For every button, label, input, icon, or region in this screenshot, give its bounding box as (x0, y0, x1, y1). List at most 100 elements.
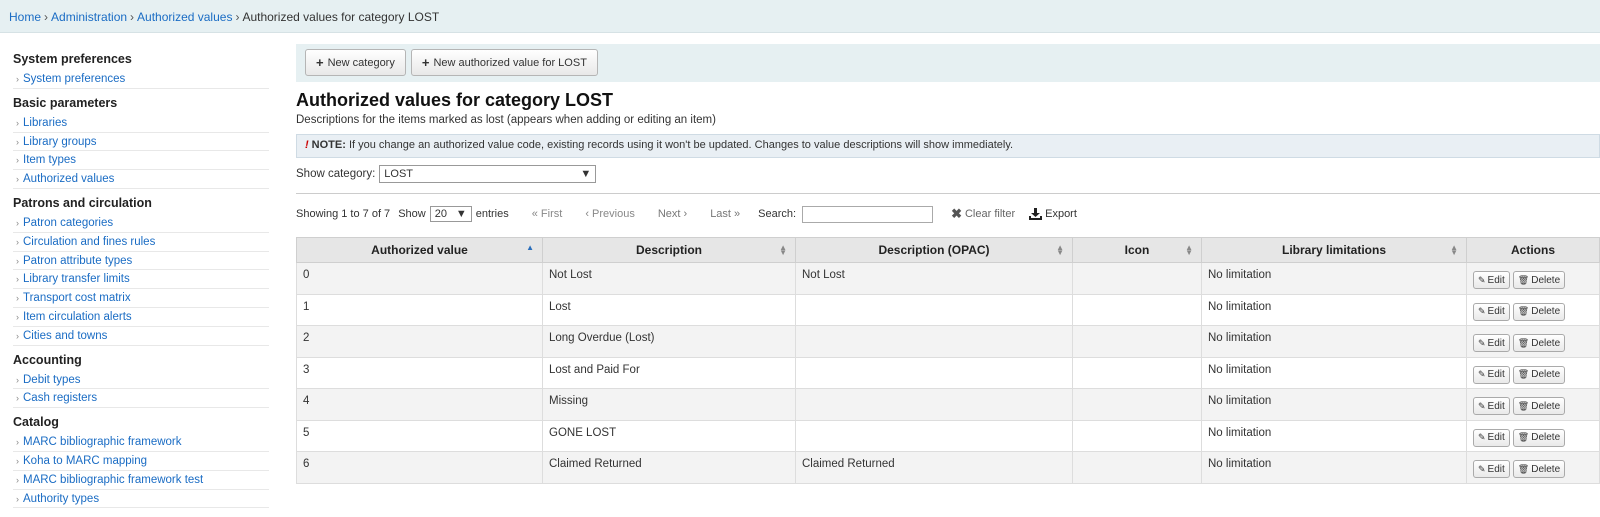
sidebar-item-link[interactable]: Item circulation alerts (23, 311, 132, 323)
table-row: 6 Claimed Returned Claimed Returned No limi… (296, 451, 1600, 484)
breadcrumb-home[interactable]: Home (9, 10, 41, 24)
sidebar-item[interactable]: › System preferences (13, 70, 269, 89)
sidebar-item-link[interactable]: Libraries (23, 117, 67, 129)
delete-label: Delete (1531, 274, 1561, 286)
cell-library-limitations: No limitation (1201, 419, 1467, 452)
header-authorized-value[interactable]: Authorized value ▲ (296, 237, 543, 263)
sidebar-item[interactable]: › Transport cost matrix (13, 289, 269, 308)
sidebar-item[interactable]: › Koha to MARC mapping (13, 452, 269, 471)
sidebar-item-link[interactable]: System preferences (23, 73, 125, 85)
sidebar-item-link[interactable]: Circulation and fines rules (23, 236, 155, 248)
sidebar-item[interactable]: › MARC bibliographic framework (13, 433, 269, 452)
cell-library-limitations: No limitation (1201, 262, 1467, 295)
edit-button[interactable]: ✎ Edit (1473, 334, 1510, 352)
header-library-limitations[interactable]: Library limitations ▲ ▼ (1201, 237, 1467, 263)
sidebar-item[interactable]: › Item types (13, 151, 269, 171)
sidebar-item-link[interactable]: Library transfer limits (23, 273, 130, 285)
divider (296, 193, 1600, 194)
new-authorized-value-button[interactable]: + New authorized value for LOST (410, 49, 598, 76)
breadcrumb-authorized-values[interactable]: Authorized values (137, 10, 232, 24)
edit-label: Edit (1487, 337, 1505, 349)
delete-button[interactable]: 🗑 Delete (1512, 334, 1566, 352)
sidebar-item-link[interactable]: Koha to MARC mapping (23, 455, 147, 467)
cell-icon (1072, 262, 1202, 295)
category-select[interactable]: LOST ▼ (379, 165, 597, 183)
sidebar-item[interactable]: › Authorized values (13, 170, 269, 189)
delete-button[interactable]: 🗑 Delete (1512, 460, 1566, 478)
show-category-row: Show category: LOST ▼ (296, 164, 1600, 184)
sidebar-item-link[interactable]: MARC bibliographic framework test (23, 474, 203, 486)
row-actions: ✎ Edit 🗑 Delete (1473, 460, 1593, 478)
header-description-opac[interactable]: Description (OPAC) ▲ ▼ (795, 237, 1073, 263)
delete-button[interactable]: 🗑 Delete (1512, 271, 1566, 289)
header-description[interactable]: Description ▲ ▼ (542, 237, 796, 263)
sidebar-item-link[interactable]: Patron attribute types (23, 255, 132, 267)
export-button[interactable]: Export (1029, 208, 1077, 220)
edit-button[interactable]: ✎ Edit (1473, 271, 1510, 289)
cell-description-opac: Not Lost (795, 262, 1073, 295)
sidebar-item[interactable]: › Library groups (13, 133, 269, 152)
edit-button[interactable]: ✎ Edit (1473, 428, 1510, 447)
sidebar-item[interactable]: › Patron attribute types (13, 252, 269, 271)
sidebar-item-link[interactable]: Library groups (23, 136, 97, 148)
edit-button[interactable]: ✎ Edit (1473, 460, 1510, 478)
sidebar-item-link[interactable]: Patron categories (23, 217, 113, 229)
sidebar-item[interactable]: › Libraries (13, 114, 269, 133)
edit-button[interactable]: ✎ Edit (1473, 397, 1510, 415)
breadcrumb-separator: › (235, 10, 240, 24)
authorized-values-table: Authorized value ▲ Description ▲ ▼ Descript… (296, 237, 1600, 484)
sidebar-item[interactable]: › Library transfer limits (13, 270, 269, 290)
edit-button[interactable]: ✎ Edit (1473, 302, 1510, 321)
cell-icon (1072, 293, 1202, 326)
cell-authorized-value: 1 (296, 293, 543, 326)
header-icon[interactable]: Icon ▲ ▼ (1072, 237, 1202, 263)
cell-icon (1072, 451, 1202, 484)
delete-button[interactable]: 🗑 Delete (1512, 397, 1566, 415)
sidebar-item[interactable]: › Circulation and fines rules (13, 233, 269, 252)
sidebar-item-link[interactable]: Debit types (23, 374, 81, 386)
sidebar-item[interactable]: › Authority types (13, 490, 269, 509)
sidebar-item[interactable]: › MARC bibliographic framework test (13, 471, 269, 490)
search-input[interactable] (802, 205, 934, 223)
sidebar-item[interactable]: › Debit types (13, 371, 269, 390)
sidebar-item-link[interactable]: Authority types (23, 493, 99, 505)
header-label: Description (635, 243, 702, 257)
sidebar-item-link[interactable]: MARC bibliographic framework (23, 436, 182, 448)
close-icon: ✖ (951, 206, 962, 221)
delete-label: Delete (1531, 400, 1561, 412)
delete-button[interactable]: 🗑 Delete (1512, 365, 1566, 384)
sidebar-group: Accounting › Debit types › Cash registers (13, 349, 269, 409)
sidebar-item-link[interactable]: Transport cost matrix (23, 292, 131, 304)
sidebar-item-link[interactable]: Item types (23, 154, 76, 166)
cell-authorized-value: 2 (296, 325, 543, 358)
sidebar-item-link[interactable]: Cities and towns (23, 330, 107, 342)
new-category-button[interactable]: + New category (305, 49, 406, 76)
next-page-link[interactable]: Next › (658, 208, 687, 220)
cell-icon (1072, 356, 1202, 389)
clear-filter-button[interactable]: ✖ Clear filter (951, 206, 1015, 222)
first-page-link[interactable]: « First (532, 208, 563, 220)
delete-button[interactable]: 🗑 Delete (1512, 302, 1566, 321)
entries-select[interactable]: 20 ▼ (429, 206, 472, 222)
sidebar-item[interactable]: › Item circulation alerts (13, 308, 269, 327)
previous-page-link[interactable]: ‹ Previous (585, 208, 635, 220)
delete-button[interactable]: 🗑 Delete (1512, 428, 1566, 447)
show-label: Show (398, 208, 426, 220)
sidebar-item[interactable]: › Cities and towns (13, 327, 269, 346)
page-title: Authorized values for category LOST (296, 90, 614, 110)
note-label: NOTE: (311, 139, 346, 151)
cell-icon (1072, 388, 1202, 421)
sidebar-item-link[interactable]: Authorized values (23, 173, 114, 185)
cell-library-limitations: No limitation (1201, 451, 1467, 484)
row-actions: ✎ Edit 🗑 Delete (1473, 271, 1593, 289)
chevron-right-icon: › (16, 217, 19, 228)
sidebar-item-link[interactable]: Cash registers (23, 392, 97, 404)
sidebar-item[interactable]: › Cash registers (13, 389, 269, 409)
last-page-link[interactable]: Last » (710, 208, 740, 220)
cell-library-limitations: No limitation (1201, 325, 1467, 358)
breadcrumb-administration[interactable]: Administration (51, 10, 127, 24)
sidebar-item[interactable]: › Patron categories (13, 214, 269, 233)
edit-button[interactable]: ✎ Edit (1473, 365, 1510, 384)
cell-actions: ✎ Edit 🗑 Delete (1466, 325, 1600, 358)
row-actions: ✎ Edit 🗑 Delete (1473, 365, 1593, 384)
